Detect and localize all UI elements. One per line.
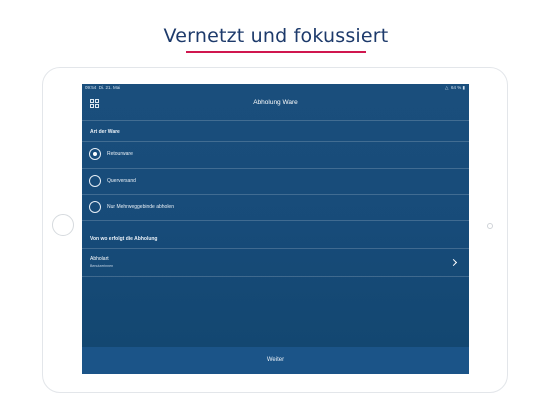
- headline: Vernetzt und fokussiert: [163, 25, 389, 47]
- weiter-button[interactable]: Weiter: [82, 347, 469, 374]
- radio-button[interactable]: [89, 201, 101, 213]
- radio-button-selected[interactable]: [89, 148, 101, 160]
- headline-underline: [186, 51, 366, 53]
- wifi-icon: △: [445, 85, 449, 90]
- abholart-row[interactable]: Abholart Benutzerinnen: [82, 249, 469, 277]
- status-battery: △ 64 % ▮: [445, 84, 465, 92]
- chevron-right-icon: [449, 258, 458, 267]
- divider: [82, 220, 469, 221]
- section-header-abholung: Von wo erfolgt die Abholung: [90, 236, 158, 242]
- battery-icon: ▮: [462, 85, 465, 90]
- status-time-date: 09:54 Di. 21. Mai: [85, 84, 120, 92]
- status-bar: 09:54 Di. 21. Mai △ 64 % ▮: [82, 84, 469, 92]
- camera-dot: [487, 223, 493, 229]
- option-label: Querversand: [107, 178, 136, 184]
- abholart-title: Abholart: [90, 256, 109, 262]
- status-date: Di. 21. Mai: [98, 85, 121, 90]
- section-header-ware: Art der Ware: [90, 129, 120, 135]
- page-title: Abholung Ware: [253, 99, 298, 106]
- option-label: Retourware: [107, 151, 133, 157]
- home-button: [52, 214, 74, 236]
- app-screen: 09:54 Di. 21. Mai △ 64 % ▮ Abholung Ware…: [82, 84, 469, 374]
- status-time: 09:54: [85, 85, 97, 90]
- abholart-subtitle: Benutzerinnen: [90, 264, 114, 268]
- option-label: Nur Mehrweggebinde abholen: [107, 204, 174, 210]
- radio-dot: [93, 152, 97, 156]
- battery-text: 64 %: [450, 85, 462, 90]
- option-retourware[interactable]: Retourware: [82, 142, 469, 167]
- option-mehrweggebinde[interactable]: Nur Mehrweggebinde abholen: [82, 195, 469, 220]
- option-querversand[interactable]: Querversand: [82, 169, 469, 194]
- divider: [82, 276, 469, 277]
- app-bar: Abholung Ware: [82, 92, 469, 120]
- divider: [82, 120, 469, 121]
- radio-button[interactable]: [89, 175, 101, 187]
